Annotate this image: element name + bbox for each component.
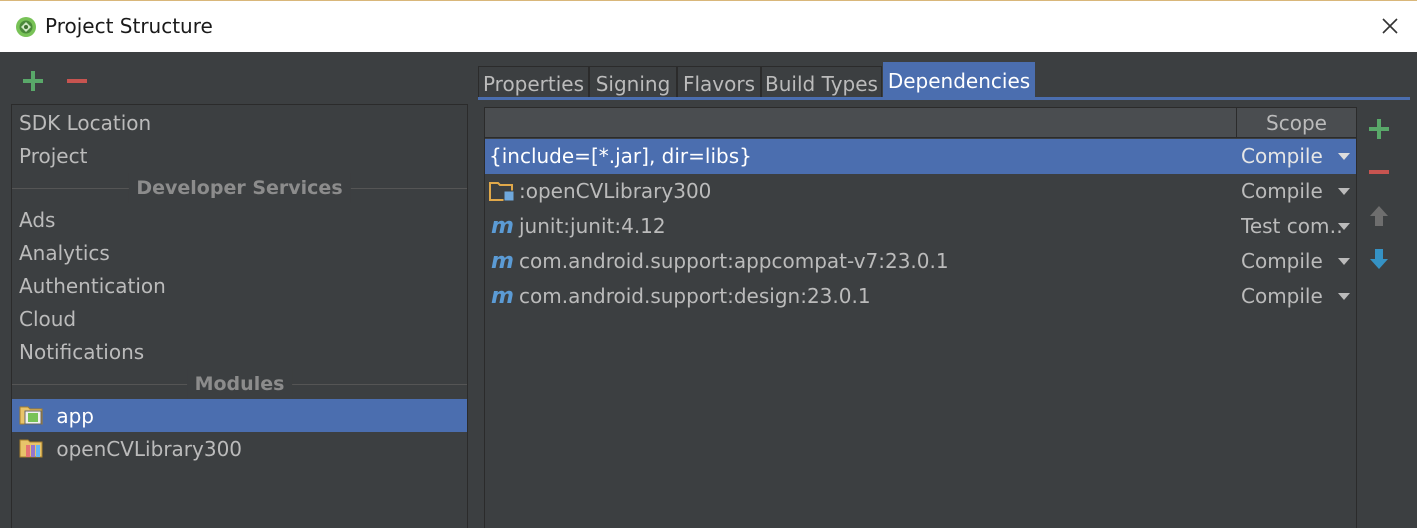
developer-services-header: Developer Services <box>12 173 467 203</box>
chevron-down-icon[interactable] <box>1338 188 1350 195</box>
table-row[interactable]: m junit:junit:4.12 Test com… <box>485 209 1356 244</box>
table-row[interactable]: m com.android.support:appcompat-v7:23.0.… <box>485 244 1356 279</box>
sidebar-item-label: Cloud <box>19 307 77 331</box>
tab-signing[interactable]: Signing <box>589 66 677 100</box>
sidebar-item-label: Analytics <box>19 241 110 265</box>
modules-header: Modules <box>12 369 467 399</box>
minus-icon[interactable] <box>1364 157 1394 187</box>
dependency-name: junit:junit:4.12 <box>519 214 666 238</box>
sidebar-item-label: SDK Location <box>19 111 152 135</box>
svg-text:m: m <box>491 249 514 273</box>
module-folder-icon <box>489 181 515 201</box>
scope-dropdown-value[interactable]: Compile <box>1241 174 1341 209</box>
table-header: Scope <box>485 108 1356 138</box>
window-title: Project Structure <box>45 14 213 38</box>
sidebar-item-module-opencvlibrary300[interactable]: openCVLibrary300 <box>12 432 467 465</box>
close-icon[interactable] <box>1378 14 1402 38</box>
table-row[interactable]: {include=[*.jar], dir=libs} Compile <box>485 139 1356 174</box>
sidebar-item-cloud[interactable]: Cloud <box>12 302 467 335</box>
project-structure-sidebar: SDK Location Project Developer Services … <box>11 104 468 528</box>
dependencies-table: Scope {include=[*.jar], dir=libs} Compil… <box>484 107 1357 528</box>
arrow-down-icon[interactable] <box>1364 244 1394 274</box>
svg-text:m: m <box>491 214 514 238</box>
svg-text:m: m <box>491 284 514 308</box>
tab-properties[interactable]: Properties <box>478 66 589 100</box>
table-row[interactable]: :openCVLibrary300 Compile <box>485 174 1356 209</box>
dependency-name: {include=[*.jar], dir=libs} <box>489 144 752 168</box>
scope-dropdown-value[interactable]: Compile <box>1241 139 1341 174</box>
maven-icon: m <box>491 284 514 308</box>
sidebar-item-sdk-location[interactable]: SDK Location <box>12 106 467 139</box>
chevron-down-icon[interactable] <box>1338 293 1350 300</box>
scope-dropdown-value[interactable]: Compile <box>1241 279 1341 314</box>
sidebar-item-authentication[interactable]: Authentication <box>12 269 467 302</box>
dependency-name: com.android.support:design:23.0.1 <box>519 284 871 308</box>
plus-icon[interactable] <box>18 66 48 96</box>
dependency-name: com.android.support:appcompat-v7:23.0.1 <box>519 249 949 273</box>
sidebar-item-ads[interactable]: Ads <box>12 203 467 236</box>
sidebar-item-label: Authentication <box>19 274 166 298</box>
minus-icon[interactable] <box>62 66 92 96</box>
maven-icon: m <box>491 249 514 273</box>
sidebar-item-project[interactable]: Project <box>12 139 467 172</box>
sidebar-item-label: Project <box>19 144 88 168</box>
maven-icon: m <box>491 214 514 238</box>
app-module-icon <box>19 406 43 424</box>
library-module-icon <box>19 439 43 457</box>
tab-dependencies[interactable]: Dependencies <box>883 62 1035 100</box>
module-label: app <box>56 404 95 428</box>
table-row[interactable]: m com.android.support:design:23.0.1 Comp… <box>485 279 1356 314</box>
section-title: Modules <box>186 369 293 399</box>
tab-flavors[interactable]: Flavors <box>677 66 761 100</box>
tab-build-types[interactable]: Build Types <box>761 66 882 100</box>
sidebar-item-notifications[interactable]: Notifications <box>12 335 467 368</box>
scope-column-header[interactable]: Scope <box>1237 108 1356 138</box>
android-studio-icon <box>16 17 36 37</box>
scope-dropdown-value[interactable]: Compile <box>1241 244 1341 279</box>
chevron-down-icon[interactable] <box>1338 153 1350 160</box>
module-label: openCVLibrary300 <box>56 437 243 461</box>
arrow-up-icon[interactable] <box>1364 201 1394 231</box>
dependency-name: :openCVLibrary300 <box>519 179 712 203</box>
chevron-down-icon[interactable] <box>1338 223 1350 230</box>
title-bar: Project Structure <box>0 0 1417 52</box>
sidebar-item-label: Notifications <box>19 340 145 364</box>
plus-icon[interactable] <box>1364 114 1394 144</box>
sidebar-item-analytics[interactable]: Analytics <box>12 236 467 269</box>
scope-dropdown-value[interactable]: Test com… <box>1241 209 1341 244</box>
chevron-down-icon[interactable] <box>1338 258 1350 265</box>
sidebar-item-module-app[interactable]: app <box>12 399 467 432</box>
sidebar-item-label: Ads <box>19 208 56 232</box>
section-title: Developer Services <box>128 173 351 203</box>
tab-underline <box>478 97 1410 100</box>
